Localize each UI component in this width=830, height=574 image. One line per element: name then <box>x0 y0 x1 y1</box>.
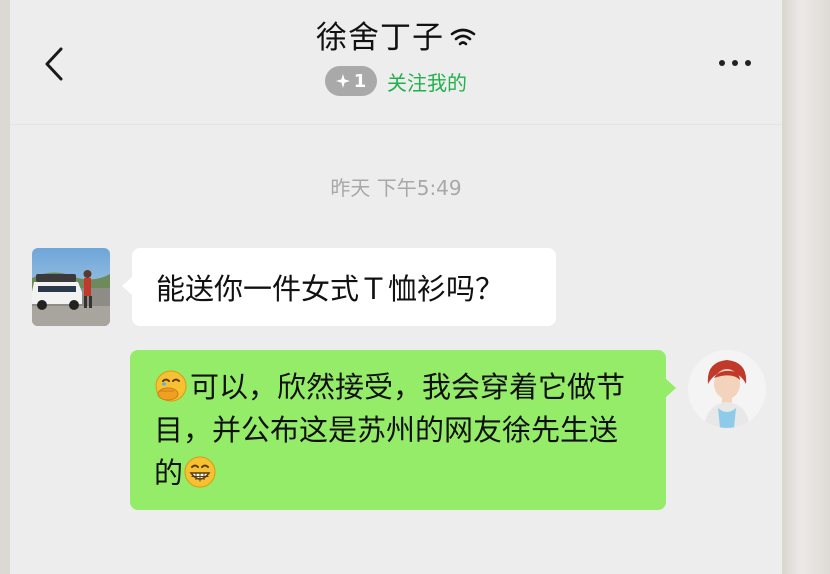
contact-avatar[interactable] <box>32 248 110 326</box>
more-dots-icon <box>719 60 751 66</box>
contact-avatar-image <box>32 248 110 326</box>
my-avatar-image <box>688 350 766 428</box>
my-avatar[interactable] <box>688 350 766 428</box>
mutual-badge[interactable]: 1 <box>325 66 377 96</box>
outgoing-message-bubble[interactable]: 可以，欣然接受，我会穿着它做节目，并公布这是苏州的网友徐先生送的 <box>130 350 676 510</box>
contact-name-title[interactable]: 徐舍丁子 <box>316 12 476 57</box>
chat-screen: 徐舍丁子 1 关注我的 昨天 下午5:49 能送你一件女式Ｔ恤衫吗？ 可以，欣然… <box>10 0 782 574</box>
device-edge-left <box>0 0 10 574</box>
incoming-message-bubble[interactable]: 能送你一件女式Ｔ恤衫吗？ <box>122 248 556 326</box>
more-options-button[interactable] <box>710 48 760 78</box>
outgoing-message-text: 可以，欣然接受，我会穿着它做节目，并公布这是苏州的网友徐先生送的 <box>154 370 626 490</box>
grinning-face-emoji <box>184 456 216 488</box>
contact-name: 徐舍丁子 <box>316 20 444 56</box>
chat-header: 徐舍丁子 1 关注我的 <box>10 0 782 125</box>
sparkle-icon <box>335 74 350 88</box>
device-edge-right <box>782 0 830 574</box>
follow-status: 1 关注我的 <box>10 66 782 96</box>
message-timestamp: 昨天 下午5:49 <box>330 176 462 200</box>
incoming-message-text: 能送你一件女式Ｔ恤衫吗？ <box>156 272 505 306</box>
face-with-hand-over-mouth-emoji <box>155 370 187 402</box>
badge-count: 1 <box>353 70 367 92</box>
wifi-icon <box>450 28 476 45</box>
follow-label[interactable]: 关注我的 <box>387 67 467 96</box>
